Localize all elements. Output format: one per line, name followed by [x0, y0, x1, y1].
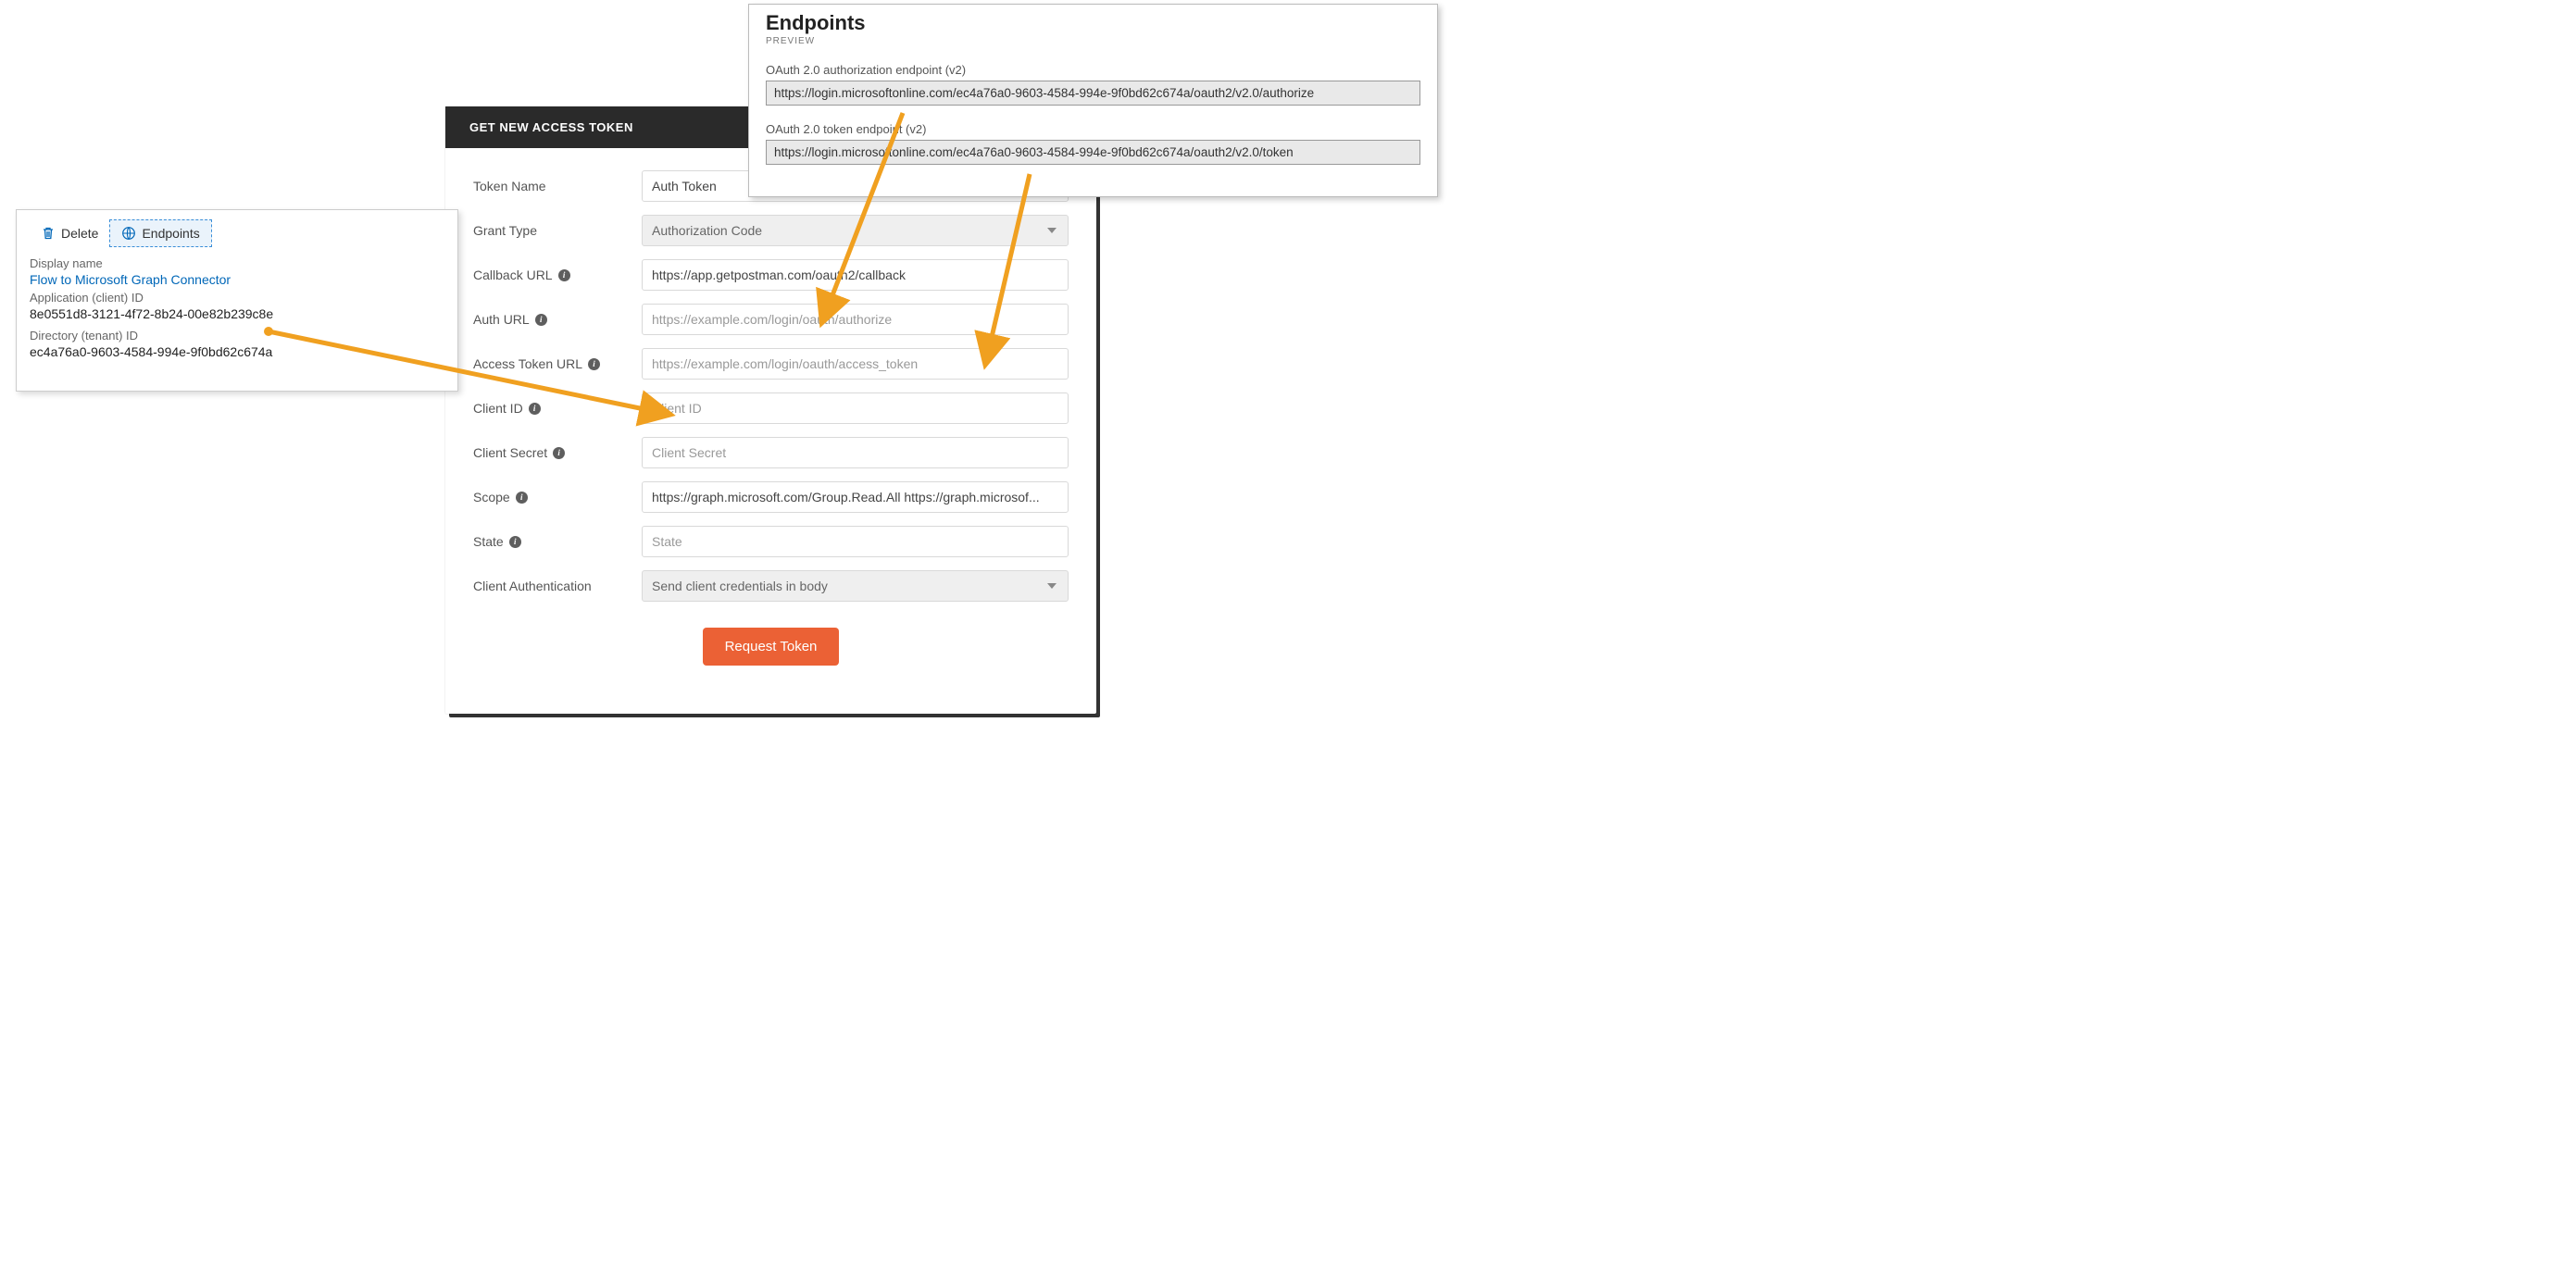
row-callback-url: Callback URL i https://app.getpostman.co…	[473, 259, 1069, 291]
endpoints-label: Endpoints	[142, 226, 199, 241]
scope-label: Scope i	[473, 490, 642, 504]
dialog-body: Token Name Auth Token Grant Type Authori…	[445, 148, 1096, 675]
scope-input[interactable]: https://graph.microsoft.com/Group.Read.A…	[642, 481, 1069, 513]
info-icon: i	[516, 492, 528, 504]
request-token-button[interactable]: Request Token	[703, 628, 840, 666]
row-client-auth: Client Authentication Send client creden…	[473, 570, 1069, 602]
token-endpoint-label: OAuth 2.0 token endpoint (v2)	[766, 122, 1420, 136]
info-icon: i	[509, 536, 521, 548]
client-secret-input[interactable]: Client Secret	[642, 437, 1069, 468]
grant-type-select[interactable]: Authorization Code	[642, 215, 1069, 246]
delete-button[interactable]: Delete	[30, 219, 109, 247]
access-token-url-input[interactable]: https://example.com/login/oauth/access_t…	[642, 348, 1069, 380]
application-id-value: 8e0551d8-3121-4f72-8b24-00e82b239c8e	[30, 306, 444, 321]
auth-url-input[interactable]: https://example.com/login/oauth/authoriz…	[642, 304, 1069, 335]
tenant-id-value: ec4a76a0-9603-4584-994e-9f0bd62c674a	[30, 344, 444, 359]
state-label: State i	[473, 534, 642, 549]
endpoints-button[interactable]: Endpoints	[109, 219, 211, 247]
endpoints-subtitle: PREVIEW	[766, 36, 1420, 46]
state-input[interactable]: State	[642, 526, 1069, 557]
info-icon: i	[588, 358, 600, 370]
row-grant-type: Grant Type Authorization Code	[473, 215, 1069, 246]
row-client-secret: Client Secret i Client Secret	[473, 437, 1069, 468]
info-icon: i	[553, 447, 565, 459]
client-auth-select[interactable]: Send client credentials in body	[642, 570, 1069, 602]
info-icon: i	[529, 403, 541, 415]
auth-endpoint-label: OAuth 2.0 authorization endpoint (v2)	[766, 63, 1420, 77]
callback-url-label: Callback URL i	[473, 268, 642, 282]
row-auth-url: Auth URL i https://example.com/login/oau…	[473, 304, 1069, 335]
display-name-label: Display name	[30, 256, 444, 270]
tenant-id-label: Directory (tenant) ID	[30, 329, 444, 343]
chevron-down-icon	[1047, 583, 1057, 589]
display-name-link[interactable]: Flow to Microsoft Graph Connector	[30, 272, 444, 287]
row-client-id: Client ID i Client ID	[473, 392, 1069, 424]
endpoints-panel: Endpoints PREVIEW OAuth 2.0 authorizatio…	[748, 4, 1438, 197]
row-scope: Scope i https://graph.microsoft.com/Grou…	[473, 481, 1069, 513]
auth-url-label: Auth URL i	[473, 312, 642, 327]
token-endpoint-value[interactable]: https://login.microsoftonline.com/ec4a76…	[766, 140, 1420, 165]
access-token-url-label: Access Token URL i	[473, 356, 642, 371]
client-secret-label: Client Secret i	[473, 445, 642, 460]
info-icon: i	[535, 314, 547, 326]
row-state: State i State	[473, 526, 1069, 557]
delete-label: Delete	[61, 226, 98, 241]
client-auth-value: Send client credentials in body	[652, 579, 828, 593]
chevron-down-icon	[1047, 228, 1057, 233]
grant-type-label: Grant Type	[473, 223, 642, 238]
client-id-input[interactable]: Client ID	[642, 392, 1069, 424]
callback-url-input[interactable]: https://app.getpostman.com/oauth2/callba…	[642, 259, 1069, 291]
stage: GET NEW ACCESS TOKEN Token Name Auth Tok…	[0, 0, 1452, 723]
info-icon: i	[558, 269, 570, 281]
auth-endpoint-value[interactable]: https://login.microsoftonline.com/ec4a76…	[766, 81, 1420, 106]
client-id-label: Client ID i	[473, 401, 642, 416]
row-access-token-url: Access Token URL i https://example.com/l…	[473, 348, 1069, 380]
application-id-label: Application (client) ID	[30, 291, 444, 305]
azure-app-panel: Delete Endpoints Display name Flow to Mi…	[16, 209, 458, 392]
client-auth-label: Client Authentication	[473, 579, 642, 593]
endpoints-title: Endpoints	[766, 12, 1420, 34]
token-name-label: Token Name	[473, 179, 642, 193]
access-token-dialog: GET NEW ACCESS TOKEN Token Name Auth Tok…	[445, 106, 1096, 714]
trash-icon	[41, 226, 56, 241]
azure-toolbar: Delete Endpoints	[30, 219, 444, 247]
grant-type-value: Authorization Code	[652, 223, 762, 238]
globe-icon	[121, 226, 136, 241]
